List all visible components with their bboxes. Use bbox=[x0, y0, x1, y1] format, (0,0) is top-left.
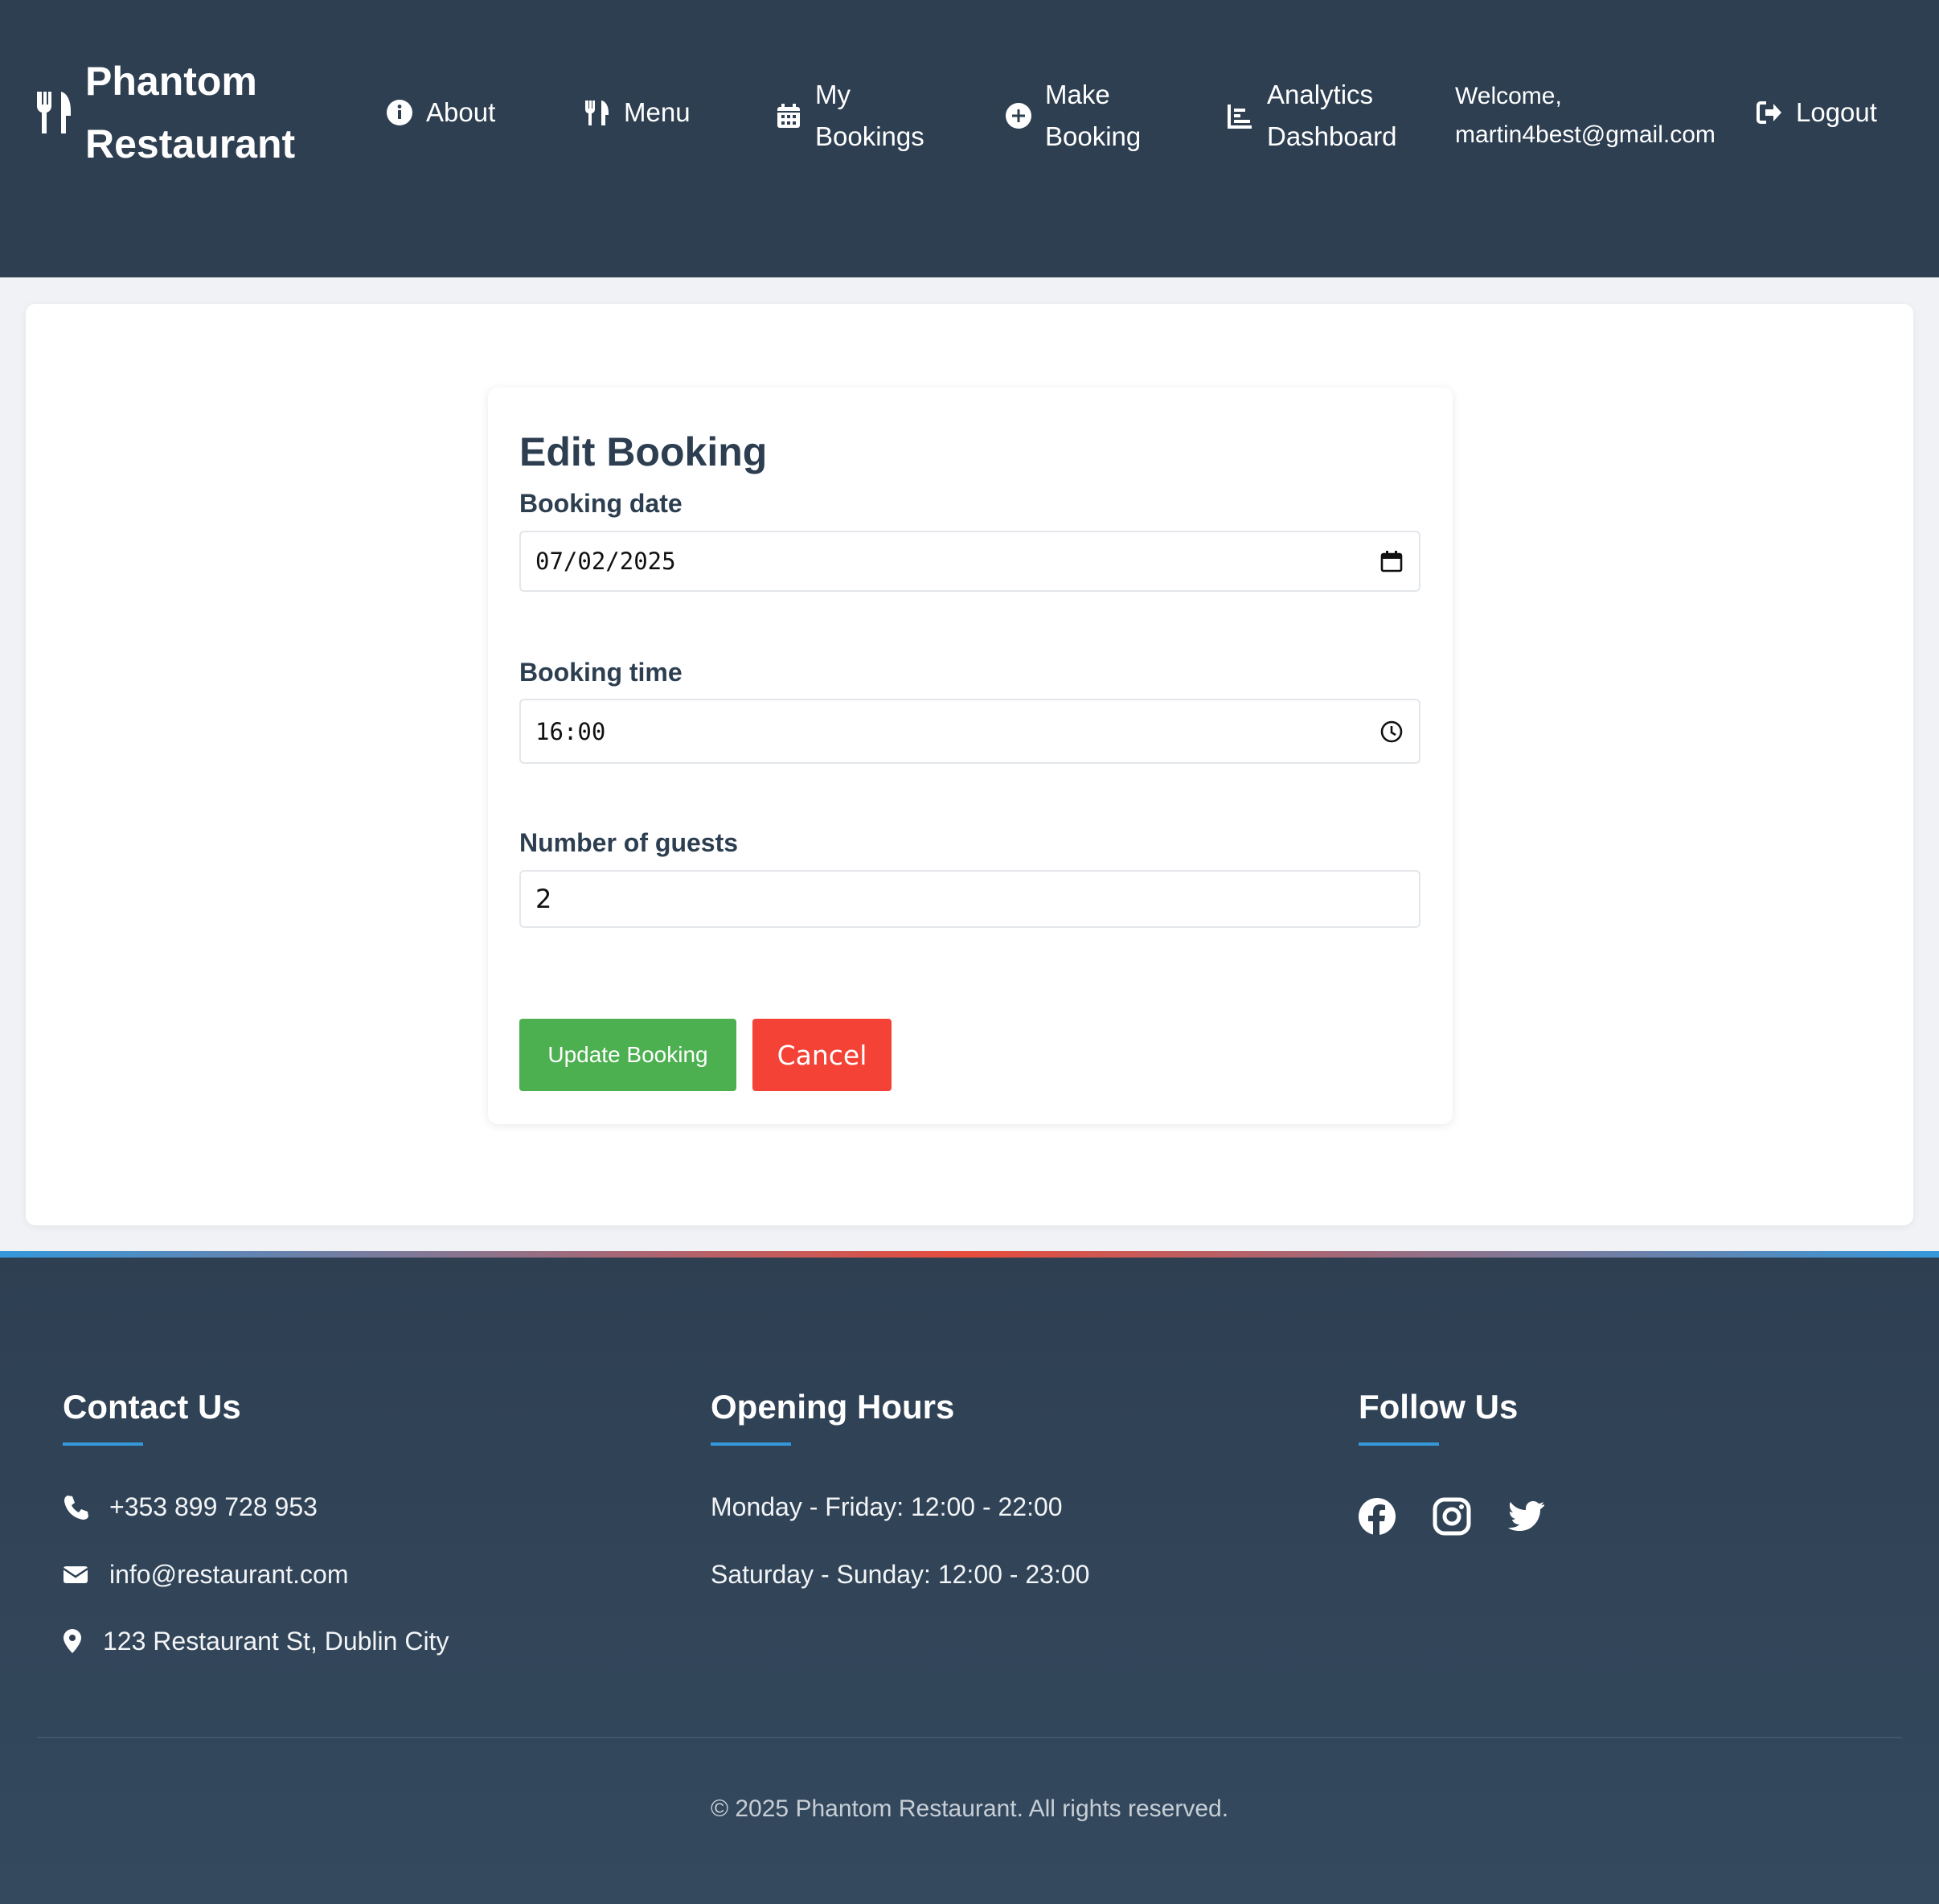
brand[interactable]: Phantom Restaurant bbox=[34, 56, 295, 169]
contact-email[interactable]: info@restaurant.com bbox=[63, 1557, 349, 1592]
booking-date-label: Booking date bbox=[519, 489, 683, 518]
copyright-text: © 2025 Phantom Restaurant. All rights re… bbox=[710, 1795, 1229, 1822]
nav-make-booking[interactable]: Make Booking bbox=[1005, 74, 1150, 158]
twitter-icon[interactable] bbox=[1507, 1497, 1546, 1536]
booking-time-input[interactable]: 16:00 bbox=[519, 699, 1420, 764]
welcome-text: Welcome, martin4best@gmail.com bbox=[1455, 83, 1716, 148]
nav-my-bookings[interactable]: My Bookings bbox=[775, 74, 936, 158]
utensils-icon bbox=[584, 101, 609, 125]
contact-underline bbox=[63, 1442, 143, 1446]
opening-hours-heading: Opening Hours bbox=[711, 1388, 955, 1426]
hours-weekend: Saturday - Sunday: 12:00 - 23:00 bbox=[711, 1560, 1090, 1589]
top-navbar: Phantom Restaurant About Menu My Booking… bbox=[0, 0, 1939, 277]
facebook-icon[interactable] bbox=[1358, 1497, 1396, 1536]
nav-about[interactable]: About bbox=[386, 92, 495, 133]
nav-menu[interactable]: Menu bbox=[584, 92, 691, 133]
follow-heading: Follow Us bbox=[1359, 1388, 1519, 1426]
plus-circle-icon bbox=[1006, 103, 1031, 129]
email-text: info@restaurant.com bbox=[109, 1560, 349, 1589]
logout-link[interactable]: Logout bbox=[1756, 92, 1877, 133]
phone-icon bbox=[64, 1496, 88, 1520]
calendar-icon bbox=[777, 104, 800, 128]
booking-date-input[interactable]: 07/02/2025 bbox=[519, 531, 1420, 592]
guests-value: 2 bbox=[535, 884, 552, 914]
address-text: 123 Restaurant St, Dublin City bbox=[103, 1627, 449, 1656]
brand-name: Phantom Restaurant bbox=[85, 59, 296, 166]
page-title: Edit Booking bbox=[519, 429, 768, 474]
nav-analytics-dashboard[interactable]: Analytics Dashboard bbox=[1227, 74, 1452, 158]
instagram-icon[interactable] bbox=[1433, 1497, 1471, 1536]
map-marker-icon bbox=[64, 1629, 81, 1653]
calendar-picker-icon[interactable] bbox=[1379, 548, 1404, 574]
sign-out-icon bbox=[1757, 101, 1781, 124]
opening-hours-underline bbox=[711, 1442, 791, 1446]
booking-date-value: 07/02/2025 bbox=[535, 548, 676, 575]
nav-analytics-label: Analytics Dashboard bbox=[1267, 80, 1397, 151]
guests-label: Number of guests bbox=[519, 828, 739, 857]
utensils-icon bbox=[36, 92, 71, 133]
chart-bar-icon bbox=[1228, 105, 1252, 129]
cancel-button[interactable]: Cancel bbox=[752, 1019, 892, 1091]
nav-about-label: About bbox=[426, 97, 496, 127]
contact-phone[interactable]: +353 899 728 953 bbox=[63, 1489, 318, 1524]
guests-input[interactable]: 2 bbox=[519, 870, 1420, 928]
footer-accent-stripe bbox=[0, 1251, 1939, 1258]
envelope-icon bbox=[63, 1566, 88, 1583]
booking-time-value: 16:00 bbox=[535, 717, 606, 745]
footer-divider bbox=[37, 1737, 1902, 1738]
contact-address: 123 Restaurant St, Dublin City bbox=[63, 1623, 449, 1659]
clock-icon[interactable] bbox=[1379, 719, 1404, 745]
booking-time-label: Booking time bbox=[519, 658, 683, 687]
phone-text: +353 899 728 953 bbox=[109, 1492, 318, 1521]
hours-weekday: Monday - Friday: 12:00 - 22:00 bbox=[711, 1492, 1063, 1521]
follow-underline bbox=[1359, 1442, 1439, 1446]
nav-menu-label: Menu bbox=[624, 97, 691, 127]
logout-label: Logout bbox=[1796, 97, 1877, 127]
contact-heading: Contact Us bbox=[63, 1388, 241, 1426]
update-booking-button[interactable]: Update Booking bbox=[519, 1019, 736, 1091]
nav-make-booking-label: Make Booking bbox=[1045, 80, 1142, 151]
nav-my-bookings-label: My Bookings bbox=[815, 80, 924, 151]
info-circle-icon bbox=[387, 100, 412, 125]
